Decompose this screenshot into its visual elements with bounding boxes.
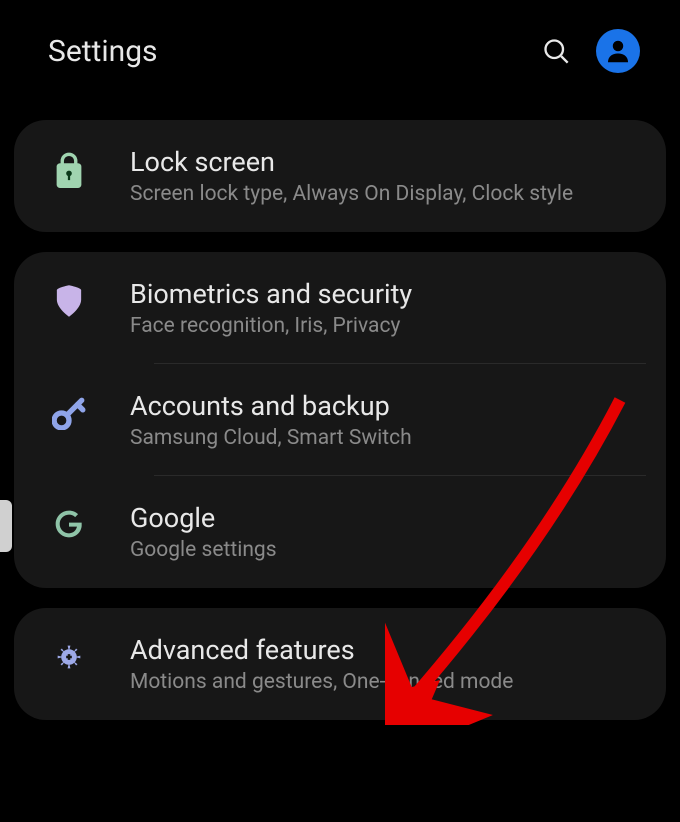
item-title: Advanced features — [130, 634, 646, 666]
item-subtitle: Screen lock type, Always On Display, Clo… — [130, 182, 646, 206]
settings-item-biometrics[interactable]: Biometrics and security Face recognition… — [14, 252, 666, 364]
item-title: Lock screen — [130, 146, 646, 178]
settings-item-advanced-features[interactable]: Advanced features Motions and gestures, … — [14, 608, 666, 720]
header-actions — [542, 29, 640, 73]
settings-group: Biometrics and security Face recognition… — [14, 252, 666, 588]
profile-icon[interactable] — [596, 29, 640, 73]
settings-item-accounts[interactable]: Accounts and backup Samsung Cloud, Smart… — [14, 364, 666, 476]
search-icon[interactable] — [542, 37, 570, 65]
item-title: Biometrics and security — [130, 278, 646, 310]
settings-item-lock-screen[interactable]: Lock screen Screen lock type, Always On … — [14, 120, 666, 232]
item-text: Biometrics and security Face recognition… — [130, 278, 646, 338]
lock-icon — [44, 152, 94, 188]
item-text: Accounts and backup Samsung Cloud, Smart… — [130, 390, 646, 450]
shield-icon — [44, 284, 94, 318]
settings-item-google[interactable]: Google Google settings — [14, 476, 666, 588]
google-icon — [44, 508, 94, 540]
item-title: Accounts and backup — [130, 390, 646, 422]
key-icon — [44, 396, 94, 430]
scroll-indicator[interactable] — [0, 500, 12, 552]
settings-list: Lock screen Screen lock type, Always On … — [0, 80, 680, 720]
item-title: Google — [130, 502, 646, 534]
item-subtitle: Face recognition, Iris, Privacy — [130, 314, 646, 338]
item-text: Lock screen Screen lock type, Always On … — [130, 146, 646, 206]
item-text: Advanced features Motions and gestures, … — [130, 634, 646, 694]
page-title: Settings — [48, 34, 158, 69]
gear-icon — [44, 640, 94, 674]
item-subtitle: Google settings — [130, 538, 646, 562]
item-subtitle: Samsung Cloud, Smart Switch — [130, 426, 646, 450]
settings-group: Advanced features Motions and gestures, … — [14, 608, 666, 720]
header: Settings — [0, 0, 680, 80]
item-subtitle: Motions and gestures, One-handed mode — [130, 670, 646, 694]
settings-group: Lock screen Screen lock type, Always On … — [14, 120, 666, 232]
item-text: Google Google settings — [130, 502, 646, 562]
